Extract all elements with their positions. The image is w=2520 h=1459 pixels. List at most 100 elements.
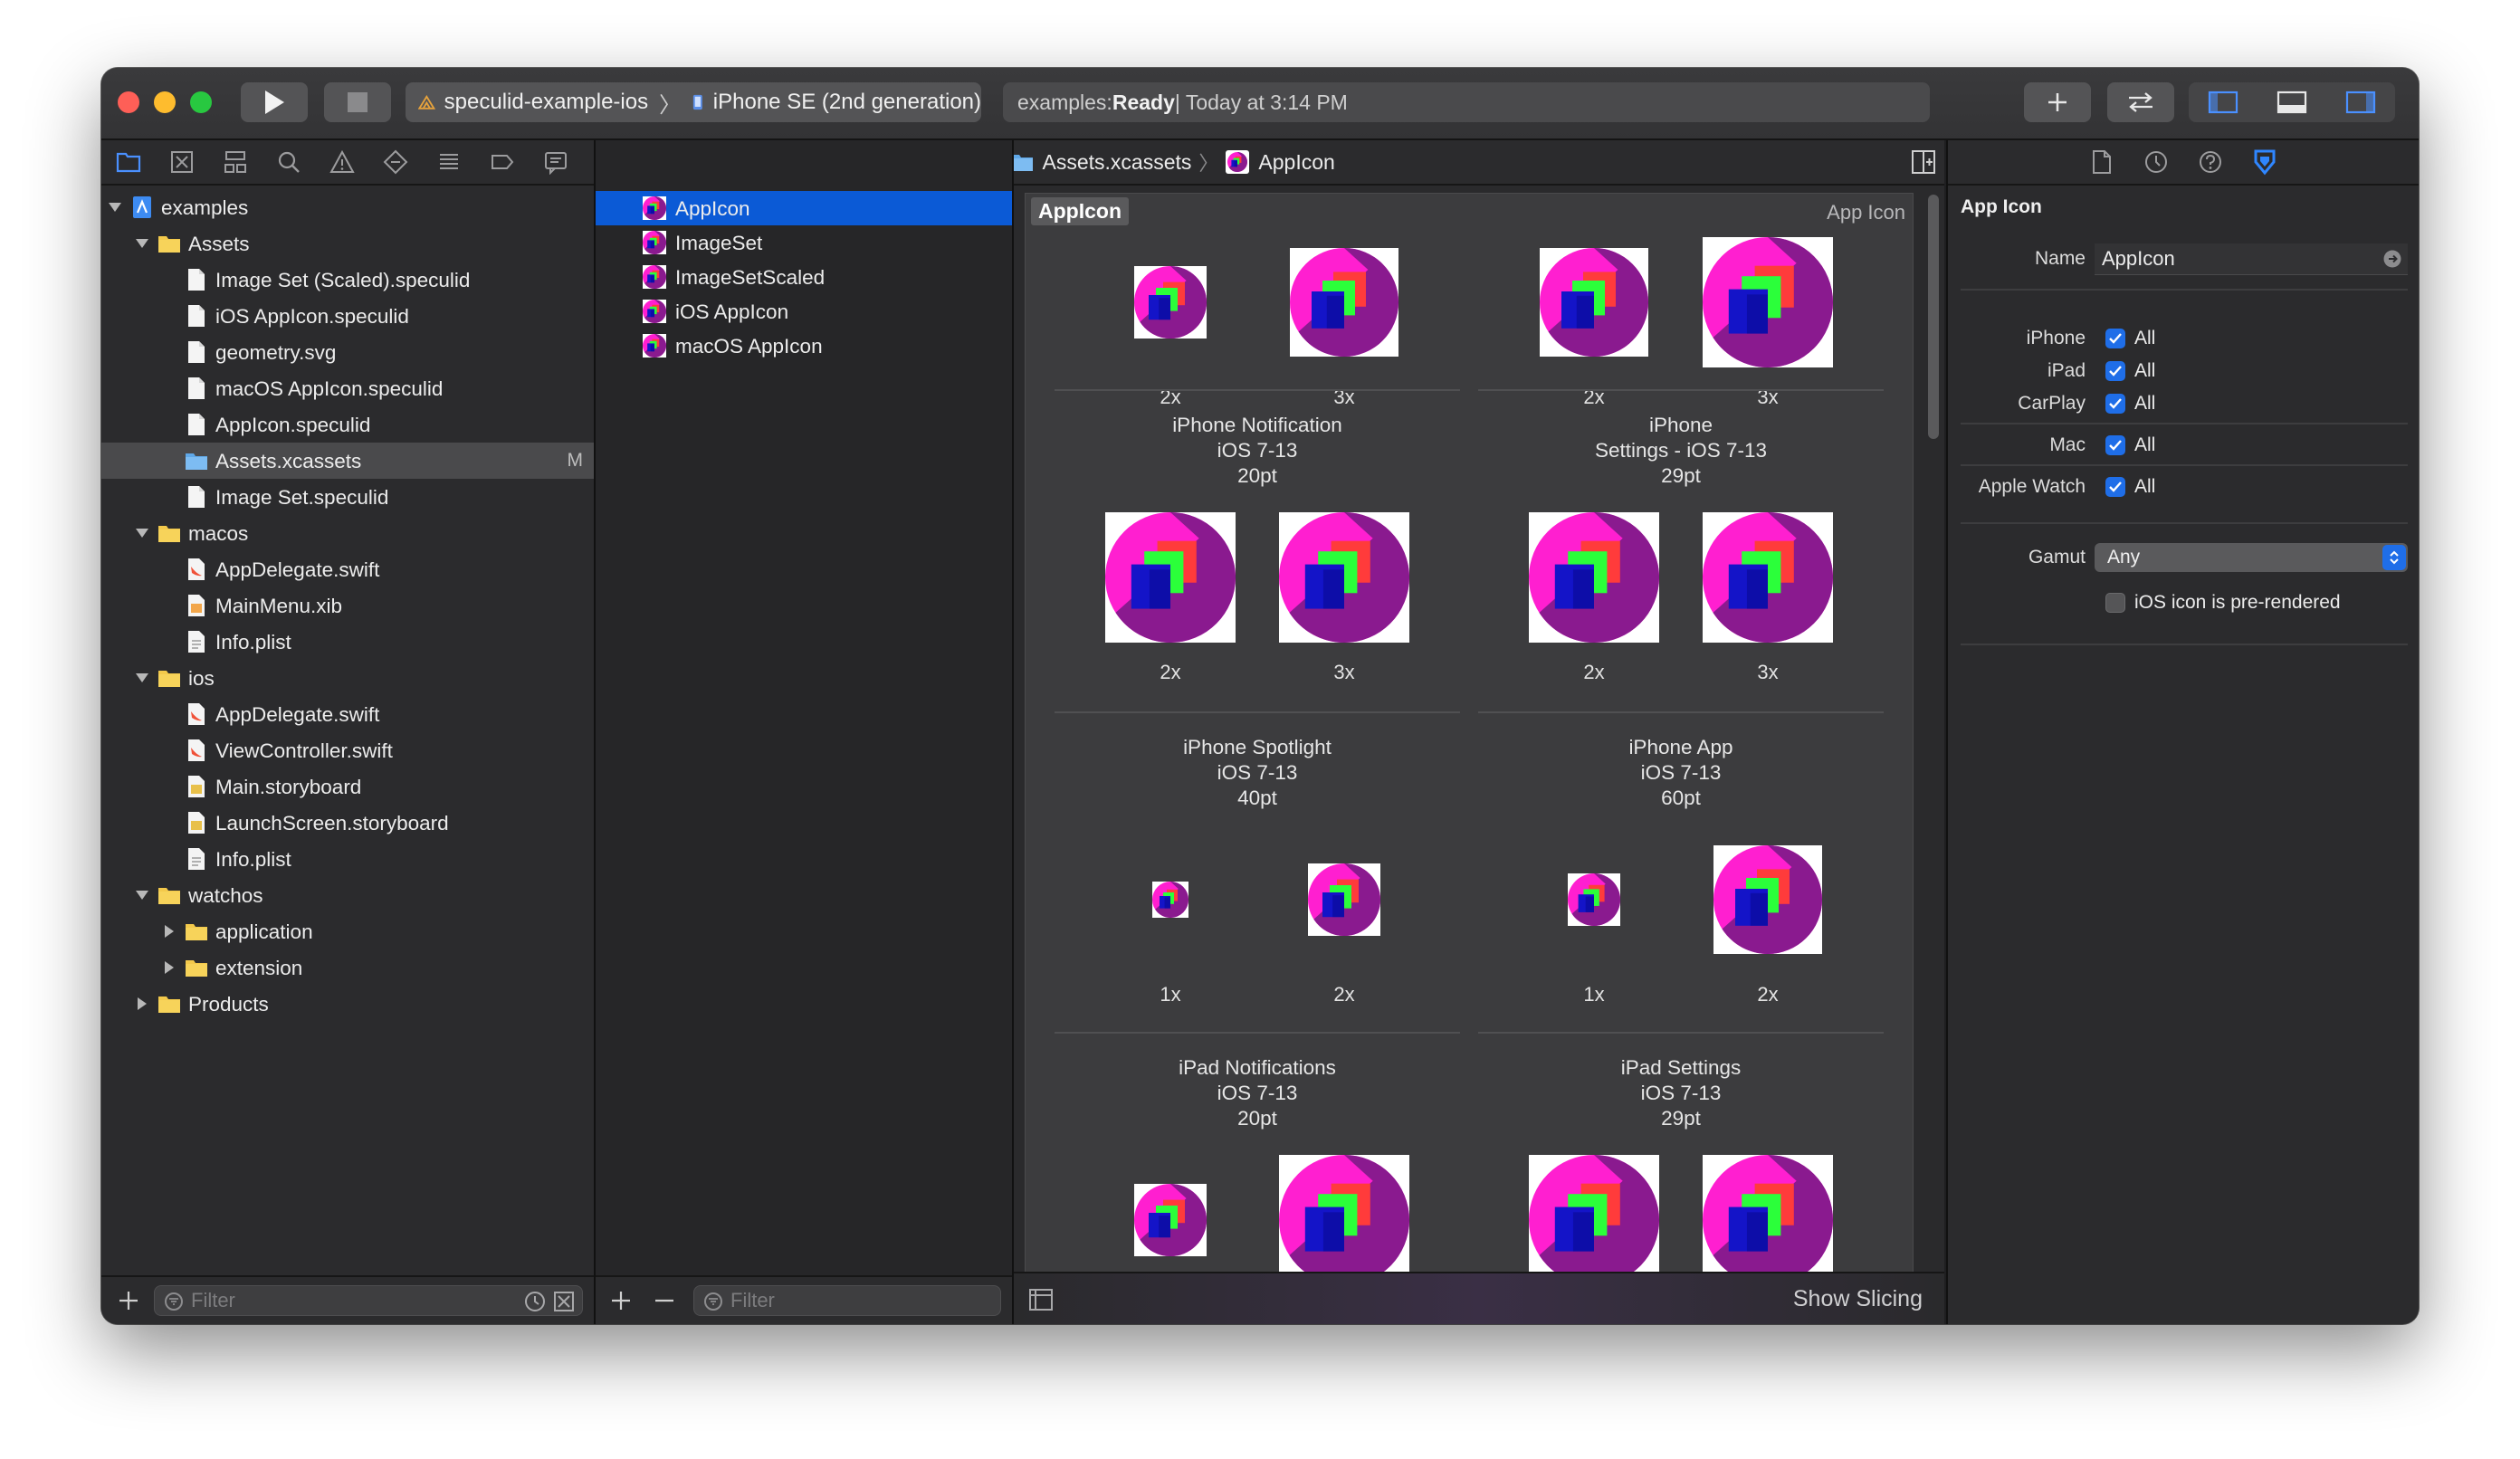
run-button[interactable]	[241, 82, 308, 122]
disclosure-collapsed-icon[interactable]	[161, 959, 177, 976]
zoom-window-button[interactable]	[190, 91, 212, 113]
navigator-item[interactable]: Products	[101, 986, 594, 1022]
navigator-item[interactable]: iOS AppIcon.speculid	[101, 298, 594, 334]
navigator-filter-input[interactable]: Filter	[154, 1285, 583, 1316]
gamut-popup[interactable]: Any	[2095, 543, 2408, 572]
disclosure-expanded-icon[interactable]	[134, 887, 150, 903]
navigator-item[interactable]: examples	[101, 189, 594, 225]
disclosure-expanded-icon[interactable]	[134, 525, 150, 541]
navigator-toggle-button[interactable]	[2189, 82, 2258, 122]
editor-scrollbar[interactable]	[1928, 195, 1939, 439]
icon-slot[interactable]	[1529, 512, 1659, 643]
asset-filter-input[interactable]: Filter	[693, 1285, 1001, 1316]
icon-slot[interactable]	[1279, 512, 1409, 643]
file-icon	[188, 414, 205, 435]
icon-slot[interactable]	[1105, 512, 1236, 643]
add-file-button[interactable]	[114, 1286, 143, 1315]
asset-list-item-label: ImageSet	[675, 232, 763, 254]
name-field[interactable]: AppIcon	[2095, 243, 2408, 275]
navigator-item[interactable]: geometry.svg	[101, 334, 594, 370]
icon-slot[interactable]	[1279, 834, 1409, 965]
icon-slot[interactable]	[1279, 1155, 1409, 1285]
disclosure-collapsed-icon[interactable]	[134, 996, 150, 1012]
navigator-tab-warning[interactable]	[315, 140, 368, 184]
debug-area-toggle-button[interactable]	[2258, 82, 2326, 122]
minimize-window-button[interactable]	[154, 91, 176, 113]
source-control-filter-icon[interactable]	[553, 1291, 575, 1312]
asset-list-item[interactable]: ImageSetScaled	[596, 260, 1012, 294]
disclosure-expanded-icon[interactable]	[107, 199, 123, 215]
icon-slot[interactable]	[1703, 237, 1833, 367]
icon-slot[interactable]	[1105, 237, 1236, 367]
device-checkbox[interactable]	[2105, 435, 2125, 455]
remove-asset-button[interactable]	[650, 1286, 679, 1315]
device-checkbox[interactable]	[2105, 329, 2125, 348]
breadcrumb-item[interactable]: Assets.xcassets	[1010, 150, 1191, 175]
navigator-item[interactable]: macos	[101, 515, 594, 551]
code-review-button[interactable]	[2107, 82, 2174, 122]
navigator-item[interactable]: LaunchScreen.storyboard	[101, 805, 594, 841]
asset-list-item[interactable]: iOS AppIcon	[596, 294, 1012, 329]
navigator-tab-report[interactable]	[529, 140, 582, 184]
navigator-item[interactable]: watchos	[101, 877, 594, 913]
help-icon[interactable]	[2198, 149, 2223, 175]
navigator-item[interactable]: MainMenu.xib	[101, 587, 594, 624]
icon-slot[interactable]	[1703, 512, 1833, 643]
asset-list-item[interactable]: macOS AppIcon	[596, 329, 1012, 363]
stop-button[interactable]	[324, 82, 391, 122]
navigator-tab-search[interactable]	[262, 140, 315, 184]
icon-slot[interactable]	[1105, 1155, 1236, 1285]
navigator-item[interactable]: application	[101, 913, 594, 949]
icon-slot[interactable]	[1703, 834, 1833, 965]
navigator-tab-hierarchy[interactable]	[208, 140, 262, 184]
asset-list-item[interactable]: AppIcon	[596, 191, 1012, 225]
navigator-item[interactable]: Image Set (Scaled).speculid	[101, 262, 594, 298]
navigator-item[interactable]: AppDelegate.swift	[101, 696, 594, 732]
navigator-tab-folder[interactable]	[101, 140, 155, 184]
add-asset-button[interactable]	[606, 1286, 635, 1315]
icon-slot[interactable]	[1279, 237, 1409, 367]
icon-slot[interactable]	[1529, 834, 1659, 965]
scheme-selector[interactable]: speculid-example-ios 〉 iPhone SE (2nd ge…	[406, 82, 981, 122]
attributes-icon[interactable]	[2250, 148, 2279, 176]
show-slicing-button[interactable]: Show Slicing	[1793, 1286, 1923, 1312]
navigator-item[interactable]: ViewController.swift	[101, 732, 594, 768]
navigator-item[interactable]: extension	[101, 949, 594, 986]
icon-slot[interactable]	[1703, 1155, 1833, 1285]
device-checkbox[interactable]	[2105, 361, 2125, 381]
file-icon[interactable]	[2091, 149, 2113, 175]
navigator-item[interactable]: AppIcon.speculid	[101, 406, 594, 443]
disclosure-collapsed-icon[interactable]	[161, 923, 177, 939]
icon-slot[interactable]	[1529, 237, 1659, 367]
navigator-item[interactable]: Info.plist	[101, 624, 594, 660]
editor-options-button[interactable]	[1910, 148, 1937, 176]
recent-files-icon[interactable]	[524, 1291, 546, 1312]
go-arrow-icon[interactable]	[2382, 249, 2402, 269]
icon-slot[interactable]	[1105, 834, 1236, 965]
inspector-toggle-button[interactable]	[2326, 82, 2395, 122]
navigator-item[interactable]: AppDelegate.swift	[101, 551, 594, 587]
navigator-item[interactable]: ios	[101, 660, 594, 696]
slicing-button[interactable]	[1026, 1284, 1055, 1313]
icon-slot[interactable]	[1529, 1155, 1659, 1285]
navigator-item[interactable]: Main.storyboard	[101, 768, 594, 805]
history-icon[interactable]	[2143, 149, 2169, 175]
navigator-item[interactable]: macOS AppIcon.speculid	[101, 370, 594, 406]
device-checkbox[interactable]	[2105, 394, 2125, 414]
disclosure-expanded-icon[interactable]	[134, 235, 150, 252]
breadcrumb-item[interactable]: AppIcon	[1226, 150, 1335, 175]
navigator-item[interactable]: Image Set.speculid	[101, 479, 594, 515]
navigator-tab-breakpoint[interactable]	[475, 140, 529, 184]
disclosure-expanded-icon[interactable]	[134, 670, 150, 686]
prerendered-checkbox[interactable]	[2105, 593, 2125, 613]
device-checkbox[interactable]	[2105, 477, 2125, 497]
navigator-item[interactable]: Assets.xcassets M	[101, 443, 594, 479]
navigator-item[interactable]: Assets	[101, 225, 594, 262]
navigator-tab-source-control[interactable]	[155, 140, 208, 184]
library-button[interactable]	[2024, 82, 2091, 122]
navigator-tab-debug[interactable]	[422, 140, 475, 184]
navigator-item[interactable]: Info.plist	[101, 841, 594, 877]
asset-list-item[interactable]: ImageSet	[596, 225, 1012, 260]
navigator-tab-test[interactable]	[368, 140, 422, 184]
close-window-button[interactable]	[118, 91, 139, 113]
